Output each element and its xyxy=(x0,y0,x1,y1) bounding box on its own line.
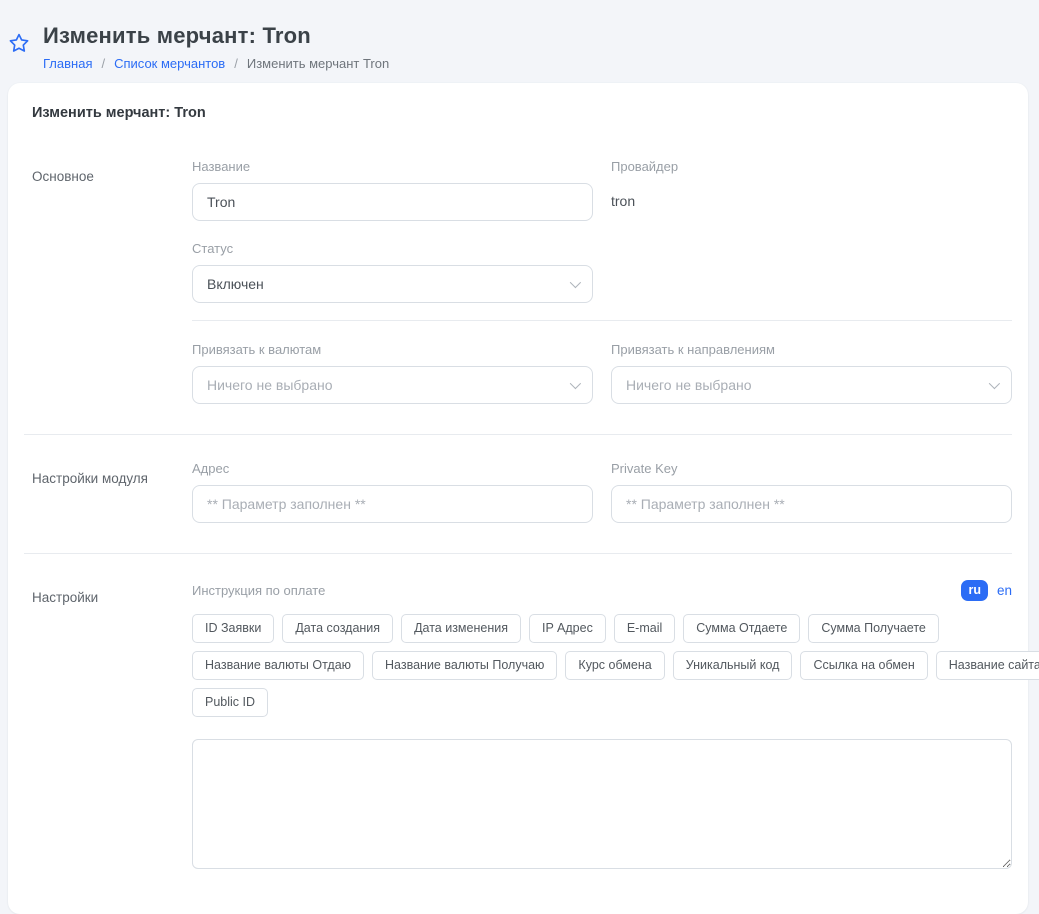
currencies-select[interactable]: Ничего не выбрано xyxy=(192,366,593,404)
chevron-down-icon xyxy=(570,277,581,288)
tag-unique-code[interactable]: Уникальный код xyxy=(673,651,793,680)
tag-email[interactable]: E-mail xyxy=(614,614,675,643)
field-private-key: Private Key xyxy=(611,461,1012,523)
tag-exchange-rate[interactable]: Курс обмена xyxy=(565,651,664,680)
section-module: Настройки модуля Адрес Private Key xyxy=(24,461,1012,523)
field-provider: Провайдер tron xyxy=(611,159,1012,221)
page-title: Изменить мерчант: Tron xyxy=(43,23,389,49)
chevron-down-icon xyxy=(989,378,1000,389)
field-currencies: Привязать к валютам Ничего не выбрано xyxy=(192,342,593,404)
breadcrumb-home-link[interactable]: Главная xyxy=(43,56,92,71)
breadcrumb: Главная / Список мерчантов / Изменить ме… xyxy=(43,56,389,71)
field-address: Адрес xyxy=(192,461,593,523)
lang-ru-button[interactable]: ru xyxy=(961,580,988,601)
breadcrumb-current: Изменить мерчант Tron xyxy=(247,56,389,71)
private-key-input[interactable] xyxy=(611,485,1012,523)
tag-public-id[interactable]: Public ID xyxy=(192,688,268,717)
section-divider xyxy=(24,553,1012,554)
card-title: Изменить мерчант: Tron xyxy=(24,105,1012,121)
tag-exchange-link[interactable]: Ссылка на обмен xyxy=(800,651,927,680)
name-label: Название xyxy=(192,159,593,174)
field-directions: Привязать к направлениям Ничего не выбра… xyxy=(611,342,1012,404)
address-label: Адрес xyxy=(192,461,593,476)
tag-row: Название валюты Отдаю Название валюты По… xyxy=(192,651,1012,680)
provider-label: Провайдер xyxy=(611,159,1012,174)
page-header: Изменить мерчант: Tron Главная / Список … xyxy=(0,0,1039,71)
section-module-label: Настройки модуля xyxy=(24,461,192,523)
status-select[interactable]: Включен xyxy=(192,265,593,303)
breadcrumb-separator: / xyxy=(101,56,105,71)
chevron-down-icon xyxy=(570,378,581,389)
tag-amount-give[interactable]: Сумма Отдаете xyxy=(683,614,800,643)
tag-row: ID Заявки Дата создания Дата изменения I… xyxy=(192,614,1012,643)
section-divider xyxy=(24,434,1012,435)
tag-date-created[interactable]: Дата создания xyxy=(282,614,393,643)
address-input[interactable] xyxy=(192,485,593,523)
instruction-label: Инструкция по оплате xyxy=(192,583,325,598)
favorite-star-icon[interactable] xyxy=(8,32,30,54)
provider-value: tron xyxy=(611,183,1012,209)
page-title-block: Изменить мерчант: Tron Главная / Список … xyxy=(43,23,389,71)
tag-site-name[interactable]: Название сайта xyxy=(936,651,1039,680)
field-name: Название xyxy=(192,159,593,221)
field-status: Статус Включен xyxy=(192,241,593,303)
section-settings: Настройки Инструкция по оплате ru en ID … xyxy=(24,580,1012,874)
tag-currency-name-give[interactable]: Название валюты Отдаю xyxy=(192,651,364,680)
breadcrumb-merchants-link[interactable]: Список мерчантов xyxy=(114,56,225,71)
name-input[interactable] xyxy=(192,183,593,221)
tag-amount-receive[interactable]: Сумма Получаете xyxy=(808,614,939,643)
breadcrumb-separator: / xyxy=(234,56,238,71)
tag-row: Public ID xyxy=(192,688,1012,717)
tag-order-id[interactable]: ID Заявки xyxy=(192,614,274,643)
directions-select-value: Ничего не выбрано xyxy=(626,377,979,393)
section-main: Основное Название Провайдер tron Статус … xyxy=(24,159,1012,404)
currencies-label: Привязать к валютам xyxy=(192,342,593,357)
tag-currency-name-receive[interactable]: Название валюты Получаю xyxy=(372,651,557,680)
directions-label: Привязать к направлениям xyxy=(611,342,1012,357)
currencies-select-value: Ничего не выбрано xyxy=(207,377,560,393)
private-key-label: Private Key xyxy=(611,461,1012,476)
section-main-label: Основное xyxy=(24,159,192,404)
tag-ip-address[interactable]: IP Адрес xyxy=(529,614,606,643)
fields-divider xyxy=(192,320,1012,321)
edit-merchant-card: Изменить мерчант: Tron Основное Название… xyxy=(8,83,1028,914)
instruction-textarea[interactable] xyxy=(192,739,1012,869)
status-select-value: Включен xyxy=(207,276,560,292)
tag-date-modified[interactable]: Дата изменения xyxy=(401,614,521,643)
language-switch: ru en xyxy=(961,580,1012,601)
section-settings-label: Настройки xyxy=(24,580,192,874)
status-label: Статус xyxy=(192,241,593,256)
directions-select[interactable]: Ничего не выбрано xyxy=(611,366,1012,404)
instruction-header: Инструкция по оплате ru en xyxy=(192,580,1012,601)
lang-en-button[interactable]: en xyxy=(997,583,1012,598)
